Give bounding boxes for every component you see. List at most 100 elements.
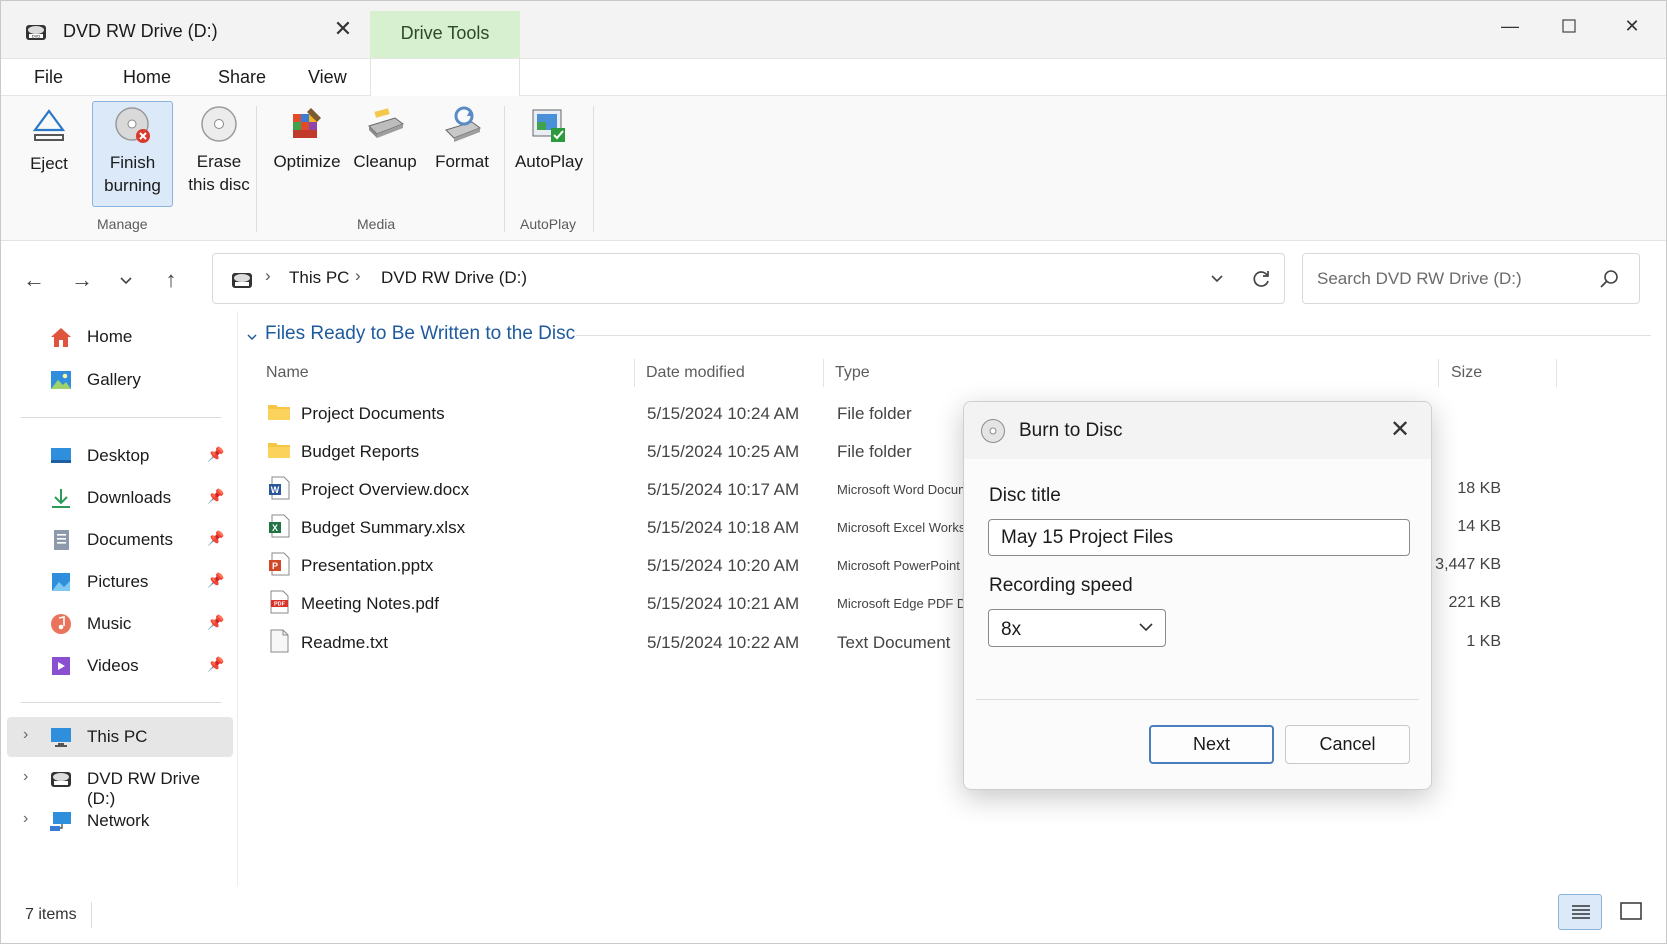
file-explorer-window: DVD DVD RW Drive (D:) ✕ Drive Tools — ✕ … <box>0 0 1667 944</box>
eject-button[interactable]: Eject <box>21 106 77 175</box>
back-arrow-icon[interactable]: ← <box>19 265 49 295</box>
autoplay-button[interactable]: AutoPlay <box>511 104 587 173</box>
disc-burn-icon <box>114 107 150 143</box>
sidebar-item-documents[interactable]: Documents 📌 <box>21 520 233 560</box>
window-tab-title: DVD RW Drive (D:) <box>63 21 218 41</box>
column-resize-handle[interactable] <box>1438 359 1439 387</box>
minimize-icon[interactable]: — <box>1487 11 1533 41</box>
dvd-drive-icon: DVD <box>26 25 46 40</box>
breadcrumb-chevron-icon: › <box>265 266 271 285</box>
sidebar-item-network[interactable]: › Network <box>21 801 233 841</box>
group-header[interactable]: Files Ready to Be Written to the Disc <box>265 323 575 345</box>
sidebar-item-home[interactable]: Home <box>21 317 233 357</box>
large-icons-view-button[interactable] <box>1609 894 1653 930</box>
dvd-drive-icon <box>232 273 252 288</box>
word-icon: W <box>269 476 290 500</box>
pin-icon[interactable]: 📌 <box>207 656 224 673</box>
pin-icon[interactable]: 📌 <box>207 488 224 505</box>
computer-icon <box>51 728 71 747</box>
cancel-button[interactable]: Cancel <box>1285 725 1410 764</box>
close-tab-icon[interactable]: ✕ <box>331 17 355 41</box>
close-window-icon[interactable]: ✕ <box>1609 11 1655 41</box>
tab-drive-tools[interactable]: Drive Tools <box>370 11 520 58</box>
expand-chevron-icon[interactable]: › <box>23 768 28 786</box>
column-resize-handle[interactable] <box>1556 359 1557 387</box>
download-icon <box>52 489 70 508</box>
column-header-name[interactable]: Name <box>266 364 309 382</box>
column-header-date[interactable]: Date modified <box>646 364 745 382</box>
dialog-title: Burn to Disc <box>1019 420 1123 441</box>
dialog-close-icon[interactable]: ✕ <box>1384 414 1416 446</box>
sidebar-item-this-pc[interactable]: › This PC <box>7 717 233 757</box>
sidebar-item-videos[interactable]: Videos 📌 <box>21 646 233 686</box>
recent-locations-chevron-icon[interactable] <box>111 265 141 295</box>
excel-icon: X <box>269 514 290 538</box>
details-view-button[interactable] <box>1558 894 1602 930</box>
group-label-manage: Manage <box>97 216 148 232</box>
address-dropdown-chevron-icon[interactable] <box>1209 271 1225 287</box>
recording-speed-value: 8x <box>1001 619 1022 640</box>
disc-icon <box>981 419 1005 443</box>
address-bar[interactable]: › This PC › DVD RW Drive (D:) <box>212 253 1285 304</box>
optimize-button[interactable]: Optimize <box>267 104 347 173</box>
tab-share[interactable]: Share <box>218 67 266 88</box>
text-file-icon <box>270 629 289 653</box>
network-icon <box>50 812 71 831</box>
recording-speed-select[interactable]: 8x <box>988 609 1166 647</box>
breadcrumb-dvd-drive[interactable]: DVD RW Drive (D:) <box>381 268 527 288</box>
refresh-icon[interactable] <box>1250 268 1272 290</box>
sidebar-item-pictures[interactable]: Pictures 📌 <box>21 562 233 602</box>
navigation-pane: Home Gallery Desktop 📌 Downloads 📌 Docum… <box>1 311 237 886</box>
next-button[interactable]: Next <box>1149 725 1274 764</box>
finish-burning-button[interactable]: Finish burning <box>92 101 173 207</box>
column-resize-handle[interactable] <box>823 359 824 387</box>
cleanup-button[interactable]: Cleanup <box>347 104 423 173</box>
tab-file[interactable]: File <box>34 67 63 88</box>
pin-icon[interactable]: 📌 <box>207 446 224 463</box>
expand-chevron-icon[interactable]: › <box>23 810 28 828</box>
home-icon <box>51 328 71 347</box>
erase-disc-button[interactable]: Erase this disc <box>179 104 259 196</box>
pin-icon[interactable]: 📌 <box>207 530 224 547</box>
status-bar: 7 items <box>1 894 1666 943</box>
sidebar-item-downloads[interactable]: Downloads 📌 <box>21 478 233 518</box>
search-icon[interactable] <box>1599 269 1619 289</box>
pin-icon[interactable]: 📌 <box>207 572 224 589</box>
breadcrumb-this-pc[interactable]: This PC <box>289 268 349 288</box>
ribbon: Eject Finish burning Erase this disc Man… <box>1 96 1666 241</box>
chevron-down-icon <box>1139 623 1153 632</box>
group-label-autoplay: AutoPlay <box>520 216 577 232</box>
window-tab[interactable]: DVD DVD RW Drive (D:) ✕ <box>1 1 366 58</box>
search-box[interactable] <box>1302 253 1640 304</box>
sidebar-item-desktop[interactable]: Desktop 📌 <box>21 436 233 476</box>
svg-text:DVD: DVD <box>32 34 41 39</box>
breadcrumb-chevron-icon: › <box>355 266 361 285</box>
pdf-icon: PDF <box>270 590 289 614</box>
format-drive-icon <box>445 106 482 142</box>
search-input[interactable] <box>1317 266 1597 292</box>
column-header-size[interactable]: Size <box>1451 364 1482 382</box>
svg-text:X: X <box>272 523 278 533</box>
forward-arrow-icon[interactable]: → <box>67 265 97 295</box>
burn-to-disc-dialog: Burn to Disc ✕ Disc title Recording spee… <box>963 401 1432 790</box>
column-header-type[interactable]: Type <box>835 364 870 382</box>
disc-icon <box>201 106 237 142</box>
details-view-icon <box>1572 905 1590 919</box>
sidebar-item-music[interactable]: Music 📌 <box>21 604 233 644</box>
up-arrow-icon[interactable]: ↑ <box>156 265 186 295</box>
tab-view[interactable]: View <box>308 67 347 88</box>
maximize-icon[interactable] <box>1546 11 1592 41</box>
sidebar-item-dvd-drive[interactable]: › DVD RW Drive (D:) <box>21 759 233 808</box>
large-icons-view-icon <box>1620 902 1642 920</box>
disc-title-input[interactable] <box>988 519 1410 556</box>
column-resize-handle[interactable] <box>634 359 635 387</box>
collapse-group-chevron-icon[interactable] <box>246 331 258 343</box>
pin-icon[interactable]: 📌 <box>207 614 224 631</box>
expand-chevron-icon[interactable]: › <box>23 726 28 744</box>
title-bar: DVD DVD RW Drive (D:) ✕ Drive Tools — ✕ <box>1 1 1666 58</box>
menu-bar: File Home Share View <box>1 58 1666 97</box>
sidebar-item-gallery[interactable]: Gallery <box>21 360 233 400</box>
svg-text:W: W <box>271 485 280 495</box>
tab-home[interactable]: Home <box>123 67 171 88</box>
format-button[interactable]: Format <box>429 104 495 173</box>
